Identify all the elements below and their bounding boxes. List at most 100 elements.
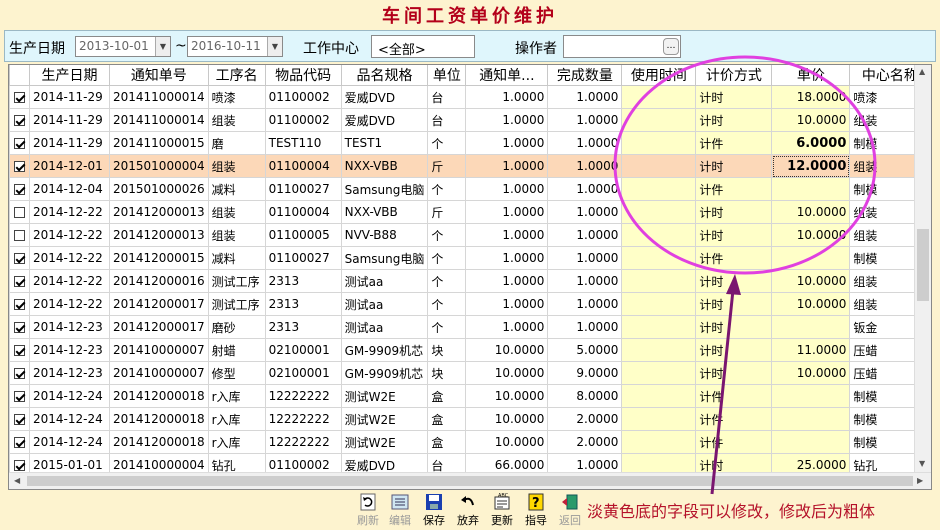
- date-to-select[interactable]: 2016-10-11 ▼: [187, 36, 283, 57]
- row-checkbox-cell[interactable]: [9, 131, 30, 155]
- table-row[interactable]: 2014-12-24 201412000018 r入库 12222222 测试W2E 盒 1…: [9, 407, 931, 431]
- column-header[interactable]: 生产日期: [29, 65, 110, 86]
- column-header[interactable]: 工序名: [207, 65, 266, 86]
- cell-use-time[interactable]: [621, 200, 697, 224]
- chevron-down-icon[interactable]: ▼: [267, 37, 282, 56]
- horizontal-scrollbar[interactable]: ◀ ▶: [9, 472, 931, 489]
- refresh-button[interactable]: 刷新: [352, 492, 384, 528]
- cell-price[interactable]: [771, 315, 851, 339]
- row-checkbox[interactable]: [14, 138, 25, 149]
- cell-pricing[interactable]: 计时: [695, 292, 773, 316]
- table-row[interactable]: 2014-12-22 201412000017 测试工序 2313 测试aa 个 1.000…: [9, 292, 931, 316]
- cell-price[interactable]: 10.0000: [771, 292, 851, 316]
- row-checkbox-cell[interactable]: [9, 407, 30, 431]
- row-checkbox[interactable]: [14, 345, 25, 356]
- cell-price[interactable]: 10.0000: [771, 361, 851, 385]
- column-header[interactable]: 单价: [771, 65, 851, 86]
- cell-use-time[interactable]: [621, 338, 697, 362]
- row-checkbox-cell[interactable]: [9, 338, 30, 362]
- row-checkbox[interactable]: [14, 115, 25, 126]
- cell-use-time[interactable]: [621, 223, 697, 247]
- cell-use-time[interactable]: [621, 407, 697, 431]
- table-row[interactable]: 2014-12-22 201412000013 组装 01100004 NXX-VBB 斤…: [9, 200, 931, 224]
- row-checkbox[interactable]: [14, 161, 25, 172]
- row-checkbox[interactable]: [14, 207, 25, 218]
- table-row[interactable]: 2014-11-29 201411000015 磨 TEST110 TEST1 个 1.00…: [9, 131, 931, 155]
- cell-price[interactable]: 12.0000: [771, 154, 851, 178]
- data-grid[interactable]: 生产日期 通知单号 工序名 物品代码 品名规格 单位 通知单... 完成数量 使用时间 计价方式单…: [8, 64, 932, 490]
- vertical-scrollbar[interactable]: ▲ ▼: [914, 65, 931, 473]
- column-header[interactable]: 使用时间: [621, 65, 697, 86]
- lookup-button[interactable]: …: [663, 38, 679, 55]
- row-checkbox[interactable]: [14, 253, 25, 264]
- column-header[interactable]: 通知单号: [109, 65, 209, 86]
- cell-use-time[interactable]: [621, 269, 697, 293]
- row-checkbox-cell[interactable]: [9, 269, 30, 293]
- cell-pricing[interactable]: 计时: [695, 361, 773, 385]
- table-row[interactable]: 2014-12-23 201410000007 射蜡 02100001 GM-9909机…: [9, 338, 931, 362]
- cell-pricing[interactable]: 计时: [695, 85, 773, 109]
- guide-button[interactable]: ? 指导: [520, 492, 552, 528]
- cell-use-time[interactable]: [621, 384, 697, 408]
- cell-price[interactable]: 10.0000: [771, 269, 851, 293]
- row-checkbox[interactable]: [14, 299, 25, 310]
- column-header[interactable]: 计价方式: [695, 65, 773, 86]
- table-row[interactable]: 2014-12-01 201501000004 组装 01100004 NXX-VBB 斤…: [9, 154, 931, 178]
- row-checkbox[interactable]: [14, 184, 25, 195]
- column-header[interactable]: [9, 65, 30, 86]
- cell-pricing[interactable]: 计件: [695, 384, 773, 408]
- cell-price[interactable]: 10.0000: [771, 223, 851, 247]
- scroll-left-icon[interactable]: ◀: [14, 476, 20, 485]
- cell-price[interactable]: [771, 430, 851, 454]
- row-checkbox[interactable]: [14, 230, 25, 241]
- table-row[interactable]: 2014-12-22 201412000015 减料 01100027 Samsung电…: [9, 246, 931, 270]
- row-checkbox[interactable]: [14, 391, 25, 402]
- cell-price[interactable]: 10.0000: [771, 200, 851, 224]
- table-row[interactable]: 2014-12-24 201412000018 r入库 12222222 测试W2E 盒 1…: [9, 384, 931, 408]
- cell-use-time[interactable]: [621, 154, 697, 178]
- horizontal-scroll-thumb[interactable]: [27, 476, 913, 486]
- row-checkbox-cell[interactable]: [9, 223, 30, 247]
- cell-pricing[interactable]: 计时: [695, 200, 773, 224]
- column-header[interactable]: 品名规格: [340, 65, 429, 86]
- table-row[interactable]: 2014-12-24 201412000018 r入库 12222222 测试W2E 盒 1…: [9, 430, 931, 454]
- table-row[interactable]: 2014-12-23 201410000007 修型 02100001 GM-9909机…: [9, 361, 931, 385]
- cell-pricing[interactable]: 计时: [695, 269, 773, 293]
- table-row[interactable]: 2014-12-04 201501000026 减料 01100027 Samsung电…: [9, 177, 931, 201]
- chevron-down-icon[interactable]: ▼: [155, 37, 170, 56]
- cell-price[interactable]: 10.0000: [771, 108, 851, 132]
- table-row[interactable]: 2014-12-23 201412000017 磨砂 2313 测试aa 个 1.0000 1…: [9, 315, 931, 339]
- cell-use-time[interactable]: [621, 292, 697, 316]
- cell-pricing[interactable]: 计时: [695, 223, 773, 247]
- discard-button[interactable]: 放弃: [452, 492, 484, 528]
- date-from-select[interactable]: 2013-10-01 ▼: [75, 36, 171, 57]
- table-row[interactable]: 2014-11-29 201411000014 组装 01100002 爱威DVD 台 1.…: [9, 108, 931, 132]
- row-checkbox[interactable]: [14, 322, 25, 333]
- cell-price[interactable]: [771, 407, 851, 431]
- row-checkbox-cell[interactable]: [9, 85, 30, 109]
- cell-price[interactable]: 6.0000: [771, 131, 851, 155]
- row-checkbox-cell[interactable]: [9, 200, 30, 224]
- table-row[interactable]: 2014-11-29 201411000014 喷漆 01100002 爱威DVD 台 1.…: [9, 85, 931, 109]
- row-checkbox[interactable]: [14, 368, 25, 379]
- cell-pricing[interactable]: 计件: [695, 131, 773, 155]
- row-checkbox-cell[interactable]: [9, 384, 30, 408]
- cell-pricing[interactable]: 计时: [695, 338, 773, 362]
- cell-pricing[interactable]: 计件: [695, 430, 773, 454]
- cell-pricing[interactable]: 计时: [695, 108, 773, 132]
- operator-field[interactable]: …: [563, 35, 681, 58]
- cell-use-time[interactable]: [621, 361, 697, 385]
- cell-use-time[interactable]: [621, 108, 697, 132]
- row-checkbox[interactable]: [14, 460, 25, 471]
- column-header[interactable]: 物品代码: [264, 65, 342, 86]
- update-button[interactable]: ABC 更新: [486, 492, 518, 528]
- save-button[interactable]: 保存: [418, 492, 450, 528]
- cell-pricing[interactable]: 计时: [695, 315, 773, 339]
- table-row[interactable]: 2014-12-22 201412000016 测试工序 2313 测试aa 个 1.000…: [9, 269, 931, 293]
- cell-use-time[interactable]: [621, 315, 697, 339]
- cell-use-time[interactable]: [621, 430, 697, 454]
- table-row[interactable]: 2014-12-22 201412000013 组装 01100005 NVV-B88 个…: [9, 223, 931, 247]
- cell-price[interactable]: [771, 177, 851, 201]
- cell-use-time[interactable]: [621, 85, 697, 109]
- row-checkbox-cell[interactable]: [9, 430, 30, 454]
